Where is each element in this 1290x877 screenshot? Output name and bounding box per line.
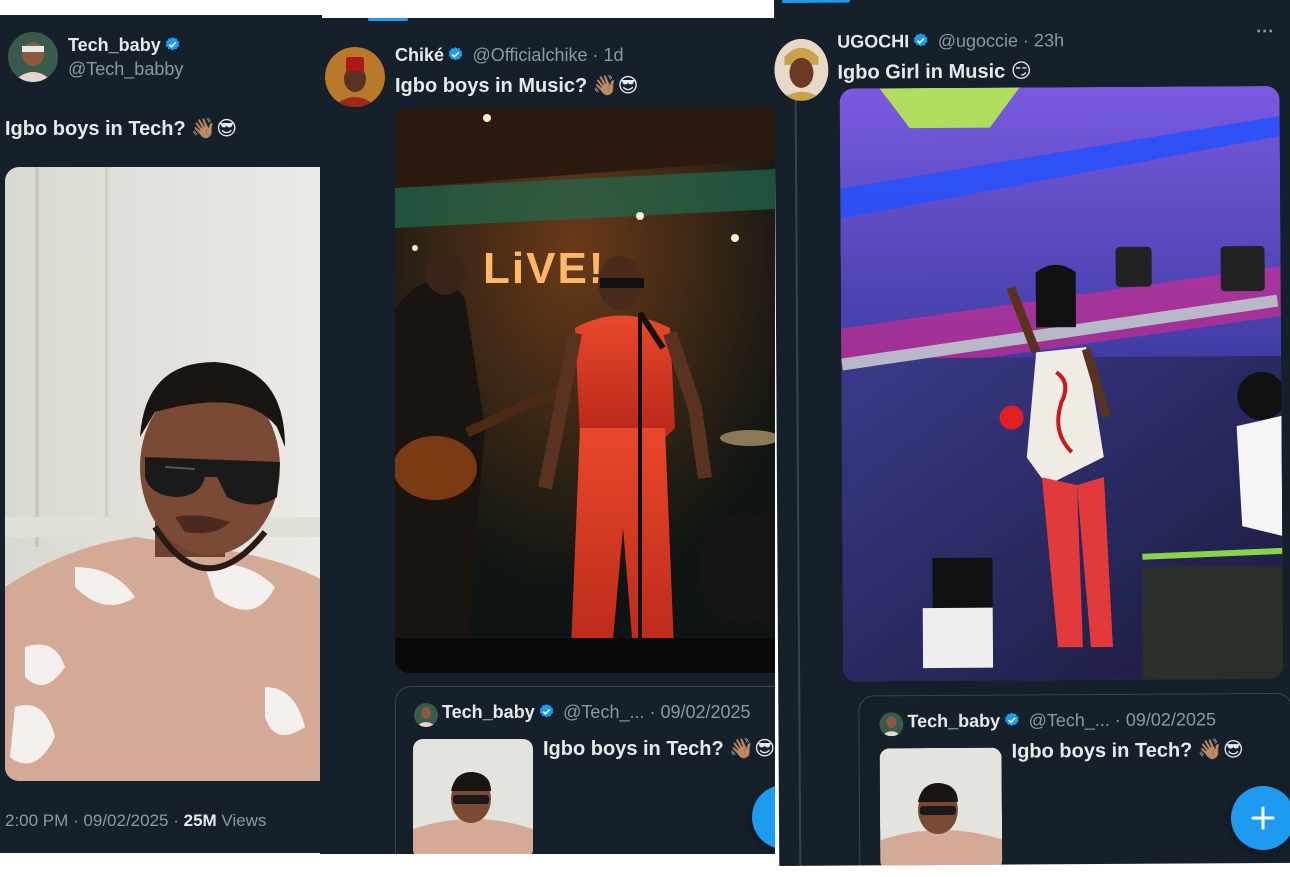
tweet-photo[interactable]: LiVE! — [395, 108, 775, 673]
tweet-photo[interactable] — [839, 85, 1284, 682]
verified-badge-icon — [448, 47, 463, 61]
author-row[interactable]: UGOCHI @ugoccie · 23h — [837, 30, 1064, 52]
quoted-tweet[interactable]: Tech_baby @Tech_... · 09/02/2025 Igbo bo… — [858, 692, 1290, 866]
quoted-author-avatar — [879, 712, 904, 737]
quoted-author-name: Tech_baby — [907, 710, 1001, 732]
neon-sign: LiVE! — [483, 244, 605, 293]
tweet-panel-techbaby: Tech_baby @Tech_babby Igbo boys in Tech?… — [0, 15, 322, 853]
author-row[interactable]: Chiké @Officialchike · 1d — [395, 45, 623, 66]
verified-badge-icon — [539, 704, 554, 718]
tweet-text: Igbo boys in Tech? 👋🏽😎 — [5, 118, 238, 140]
views-count: 25M — [183, 811, 217, 830]
tab-indicator — [368, 18, 408, 21]
tweet-panel-chike: Chiké @Officialchike · 1d Igbo boys in M… — [320, 18, 775, 854]
verified-badge-icon — [913, 33, 928, 47]
quoted-tweet-text: Igbo boys in Tech? 👋🏽😎 — [1011, 739, 1244, 763]
quoted-tweet-photo — [413, 739, 533, 854]
author-avatar[interactable] — [774, 38, 829, 101]
quoted-author-handle: @Tech_... · 09/02/2025 — [1028, 709, 1217, 731]
author-handle[interactable]: @Officialchike · 1d — [472, 45, 623, 65]
quoted-author-row: Tech_baby @Tech_... · 09/02/2025 — [442, 702, 751, 723]
tweet-panel-ugochi: UGOCHI @ugoccie · 23h ··· Igbo Girl in M… — [774, 0, 1290, 866]
author-name[interactable]: UGOCHI — [837, 31, 909, 51]
tweet-photo[interactable] — [5, 167, 322, 781]
quoted-tweet[interactable]: Tech_baby @Tech_... · 09/02/2025 Igbo bo… — [395, 686, 775, 854]
plus-icon — [1251, 806, 1275, 830]
quoted-author-name: Tech_baby — [442, 702, 535, 722]
quoted-author-handle: @Tech_... · 09/02/2025 — [563, 702, 751, 722]
compose-button[interactable] — [1230, 785, 1290, 851]
views-label: Views — [216, 811, 267, 830]
more-options-icon[interactable]: ··· — [1256, 21, 1274, 42]
tweet-time-date: 2:00 PM · 09/02/2025 · — [5, 811, 184, 830]
author-handle[interactable]: @Tech_babby — [68, 59, 183, 80]
quoted-tweet-text: Igbo boys in Tech? 👋🏽😎 — [543, 738, 775, 760]
verified-badge-icon — [165, 37, 180, 51]
tweet-text: Igbo boys in Music? 👋🏽😎 — [395, 75, 639, 97]
author-avatar[interactable] — [325, 47, 385, 107]
author-handle[interactable]: @ugoccie · 23h — [938, 30, 1064, 51]
author-avatar[interactable] — [8, 32, 58, 82]
quoted-tweet-photo — [879, 747, 1003, 866]
quoted-author-row: Tech_baby @Tech_... · 09/02/2025 — [907, 709, 1216, 732]
author-name[interactable]: Chiké — [395, 45, 444, 65]
author-name[interactable]: Tech_baby — [68, 35, 161, 55]
tweet-text: Igbo Girl in Music 😏 — [837, 60, 1032, 84]
tweet-footer: 2:00 PM · 09/02/2025 · 25M Views — [5, 811, 266, 831]
quoted-author-avatar — [414, 703, 438, 727]
verified-badge-icon — [1004, 712, 1019, 727]
thread-line — [794, 99, 802, 866]
tab-indicator — [781, 0, 851, 3]
author-name-row[interactable]: Tech_baby — [68, 35, 181, 56]
